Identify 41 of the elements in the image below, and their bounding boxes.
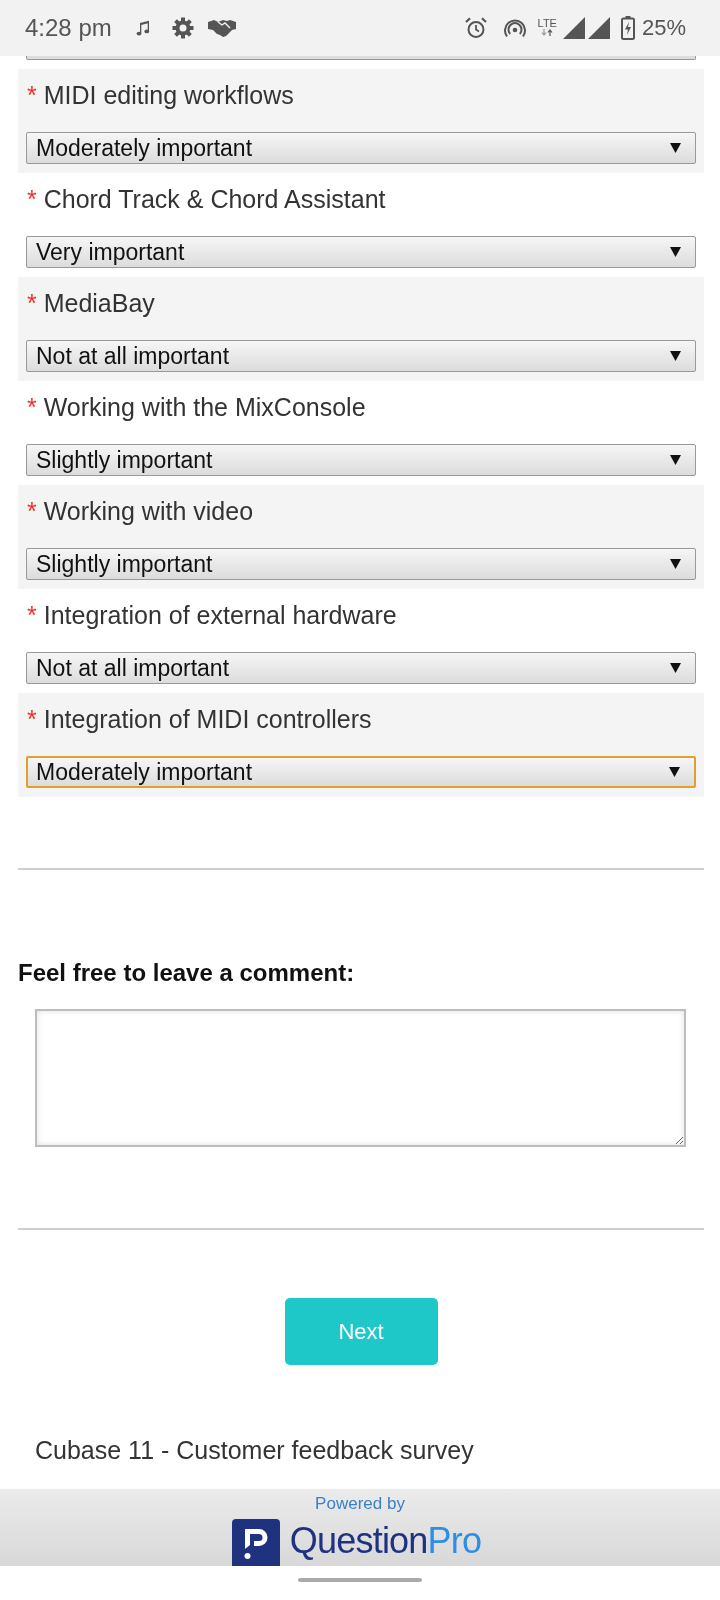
- caret-icon: [670, 143, 681, 153]
- alarm-clock-icon: [464, 17, 487, 39]
- dropdown-field[interactable]: Moderately important: [26, 756, 696, 788]
- signal-icon: [587, 17, 610, 39]
- music-note-icon: [135, 20, 150, 36]
- home-indicator[interactable]: [298, 1578, 422, 1582]
- hotspot-icon: [503, 18, 526, 38]
- caret-icon: [670, 559, 681, 569]
- logo-wordmark: QuestionPro: [289, 1521, 482, 1561]
- dropdown-field[interactable]: Very important: [26, 236, 696, 268]
- dropdown-field[interactable]: Moderately important: [26, 132, 696, 164]
- caret-icon: [669, 767, 680, 777]
- dropdown-field[interactable]: Slightly important: [26, 548, 696, 580]
- handshake-icon: [207, 19, 236, 37]
- dropdown-field[interactable]: Slightly important: [26, 444, 696, 476]
- question-label: * MediaBay: [26, 288, 156, 318]
- settings-icon: [171, 17, 194, 39]
- data-arrows-icon: [541, 28, 554, 36]
- dropdown-field[interactable]: [26, 56, 696, 60]
- question-label: * Chord Track & Chord Assistant: [26, 184, 387, 214]
- caret-icon: [670, 455, 681, 465]
- comment-label: Feel free to leave a comment:: [18, 958, 356, 988]
- question-label: * Integration of MIDI controllers: [26, 704, 373, 734]
- powered-by-link[interactable]: Powered by: [315, 1494, 405, 1514]
- caret-icon: [670, 663, 681, 673]
- survey-title: Cubase 11 - Customer feedback survey: [35, 1435, 475, 1465]
- dropdown-field[interactable]: Not at all important: [26, 340, 696, 372]
- battery-percentage: 25%: [641, 15, 686, 41]
- question-label: * Working with the MixConsole: [26, 392, 367, 422]
- question-label: * MIDI editing workflows: [26, 80, 295, 110]
- battery-icon: [620, 16, 635, 40]
- question-label: * Working with video: [26, 496, 255, 526]
- status-time: 4:28 pm: [25, 14, 112, 42]
- logo-icon: [231, 1519, 280, 1566]
- question-label: * Integration of external hardware: [26, 600, 398, 630]
- signal-icon: [562, 17, 585, 39]
- caret-icon: [670, 247, 681, 257]
- comment-field[interactable]: [35, 1009, 686, 1147]
- network-type-label: LTE: [537, 16, 557, 29]
- dropdown-field[interactable]: Not at all important: [26, 652, 696, 684]
- caret-icon: [670, 351, 681, 361]
